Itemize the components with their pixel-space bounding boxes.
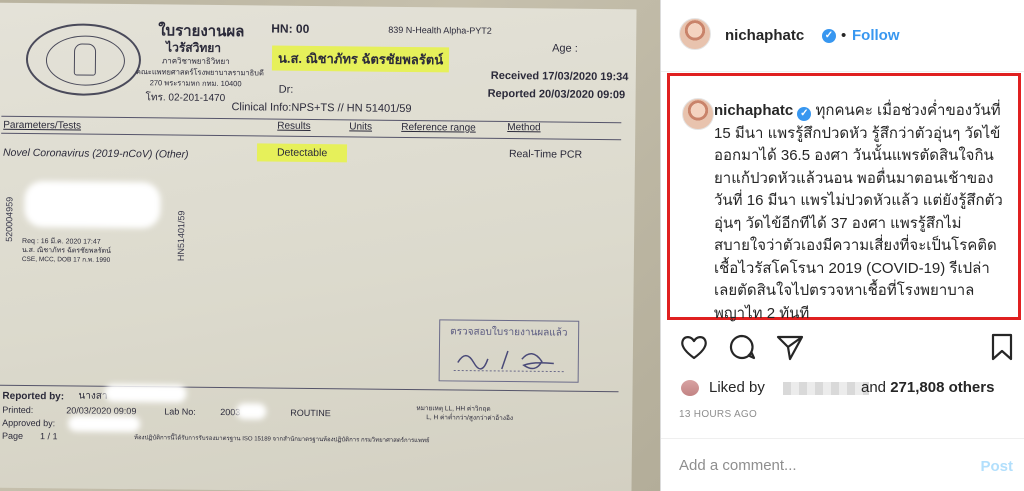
dr-label: Dr: (278, 83, 294, 96)
comment-input[interactable] (679, 457, 959, 474)
hn-label: HN: 00 (271, 21, 310, 36)
post-timestamp[interactable]: 13 HOURS AGO (679, 409, 757, 420)
instagram-post-panel: nichaphatc ✓ • Follow nichaphatc ✓ ทุกคน… (660, 0, 1024, 491)
verification-stamp: ตรวจสอบใบรายงานผลแล้ว (438, 319, 580, 383)
redacted-reporter (104, 383, 187, 403)
routine-label: ROUTINE (290, 407, 331, 419)
approved-by-label: Approved by: (2, 417, 56, 429)
col-units: Units (349, 121, 373, 133)
lab-no-label: Lab No: (164, 406, 196, 417)
page-label: Page (1, 430, 24, 441)
redacted-label-area (24, 180, 161, 229)
hospital-seal-logo (25, 22, 142, 97)
caption: nichaphatc ✓ ทุกคนคะ เมื่อช่วงค่ำของวันท… (714, 100, 1004, 325)
verification-stamp-text: ตรวจสอบใบรายงานผลแล้ว (450, 326, 568, 339)
likes-row: Liked by and 271,808 others (679, 377, 1019, 399)
col-parameters: Parameters/Tests (3, 119, 82, 132)
avatar[interactable] (679, 18, 711, 50)
page-value: 1 / 1 (39, 431, 58, 442)
caption-body: ทุกคนคะ เมื่อช่วงค่ำของวันที่ 15 มีนา แพ… (714, 102, 1003, 322)
test-method: Real-Time PCR (508, 148, 583, 161)
received-date: Received 17/03/2020 19:34 (490, 69, 629, 84)
col-results: Results (277, 120, 311, 132)
report-address: 270 พระรามหก กทม. 10400 (149, 78, 242, 89)
liker-avatar[interactable] (679, 378, 701, 398)
and-label: and (861, 379, 887, 396)
label-side-code-left: 520004959 (4, 196, 15, 242)
likes-count[interactable]: 271,808 others (890, 379, 994, 396)
liker-name-redacted[interactable] (783, 382, 869, 395)
redacted-approver (68, 415, 141, 433)
share-icon[interactable] (775, 332, 805, 362)
caption-username[interactable]: nichaphatc (714, 102, 793, 119)
reported-by-name: นางสา (78, 390, 108, 402)
col-method: Method (507, 122, 541, 134)
comment-icon[interactable] (727, 332, 757, 362)
comment-row: Post (661, 438, 1024, 491)
header-username[interactable]: nichaphatc (725, 27, 804, 44)
lab-report-paper: ใบรายงานผล ไวรัสวิทยา ภาควิชาพยาธิวิทยา … (0, 2, 637, 491)
liked-by-label: Liked by (709, 379, 765, 396)
reported-by-label: Reported by: (2, 390, 65, 403)
age-label: Age : (552, 42, 578, 55)
verified-badge-icon: ✓ (822, 29, 836, 43)
patient-name: น.ส. ณิชาภัทร ฉัตรชัยพลรัตน์ (271, 45, 450, 73)
bookmark-icon[interactable] (987, 332, 1017, 362)
note-right-2: L, H ค่าต่ำกว่า/สูงกว่าค่าอ้างอิง (426, 414, 514, 423)
test-result: Detectable (256, 143, 348, 163)
report-phone: โทร. 02-201-1470 (145, 92, 226, 105)
post-actions (661, 332, 1024, 368)
header-divider-bottom (1, 132, 622, 141)
lab-report-photo: ใบรายงานผล ไวรัสวิทยา ภาควิชาพยาธิวิทยา … (0, 0, 660, 491)
accreditation-footnote: ห้องปฏิบัติการนี้ได้รับการรับรองมาตรฐาน … (133, 435, 430, 445)
lab-code: 839 N-Health Alpha-PYT2 (388, 24, 492, 36)
reported-date: Reported 20/03/2020 09:09 (487, 87, 626, 102)
heart-icon[interactable] (679, 332, 709, 362)
caption-highlight-box: nichaphatc ✓ ทุกคนคะ เมื่อช่วงค่ำของวันท… (667, 73, 1021, 322)
post-header: nichaphatc ✓ • Follow (661, 0, 1024, 72)
caption-verified-badge-icon: ✓ (797, 107, 812, 121)
test-name: Novel Coronavirus (2019-nCoV) (Other) (2, 146, 189, 161)
post-button[interactable]: Post (980, 458, 1013, 475)
caption-avatar[interactable] (682, 98, 714, 130)
printed-label: Printed: (2, 404, 34, 416)
signature-mark (453, 350, 566, 373)
label-side-code-right: HN51401/59 (175, 210, 187, 262)
follow-button[interactable]: Follow (852, 27, 900, 44)
clinical-info: Clinical Info:NPS+TS // HN 51401/59 (231, 101, 412, 116)
likes-count-text[interactable]: and 271,808 others (861, 379, 994, 396)
col-reference-range: Reference range (401, 121, 476, 134)
separator-dot: • (841, 27, 847, 44)
redacted-lab-no (236, 403, 267, 420)
label-line-3: CSE, MCC, DOB 17 ก.พ. 1990 (21, 255, 111, 264)
